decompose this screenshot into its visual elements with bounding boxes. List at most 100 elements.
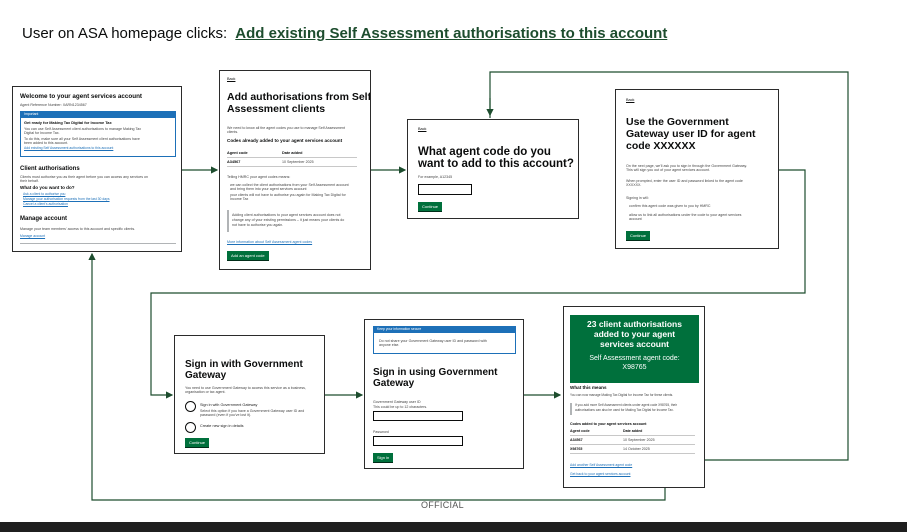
homepage-title: Welcome to your agent services account [20,93,143,100]
sign-in-button[interactable]: Sign in [373,453,394,462]
col-date-added: Date added [282,151,303,155]
radio-create-sign-in-label: Create new sign in details [200,424,244,428]
homepage-banner-heading: Get ready for Making Tax Digital for Inc… [24,120,112,125]
panel-line-3: services account [600,339,669,349]
homepage-banner-title: Important [24,111,39,116]
gg-id-p3: Signing in will: [626,196,649,200]
back-link[interactable]: Back [418,127,426,131]
table-row-code: X98765 [570,447,583,451]
radio-sign-in-gg[interactable] [185,401,196,412]
back-to-account-link[interactable]: Get back to your agent services account [570,472,631,477]
means-heading: What this means [570,385,607,390]
homepage-banner-body-4: been added to this account. [24,141,69,145]
screen-sign-in-with-gg: Sign in with Government Gateway You need… [174,335,325,454]
security-banner-title: Keep your information secure [377,326,422,331]
screen-what-agent-code: Back What agent code do you want to add … [407,119,579,219]
table-rule [227,166,357,167]
table-rule [227,157,357,158]
inset-1: Adding client authorisations to your age… [232,213,341,217]
add-auths-title-1: Add authorisations from Self [227,91,371,103]
gg-id-p2a: When prompted, enter the user ID and pas… [626,179,743,183]
continue-button[interactable]: Continue [185,438,210,447]
table-row-date: 10 September 2025 [623,438,655,442]
inset-3: not have to authorise you again. [232,223,284,227]
agent-code-hint: For example, A12345 [418,175,453,179]
gg-id-p1b: This will sign you out of your agent ser… [626,168,710,172]
agent-code-input[interactable] [418,184,472,195]
gg-id-title-1: Use the Government [626,116,729,128]
homepage-clients-body-2: their behalf. [20,179,39,183]
table-rule [570,453,695,454]
screen-sign-in-using-gg: Keep your information secure Do not shar… [364,319,524,469]
add-agent-code-button[interactable]: Add an agent code [227,251,269,260]
password-input[interactable] [373,436,463,446]
table-rule [570,444,695,445]
uid-label: Government Gateway user ID [373,400,421,404]
screen-confirmation: 23 client authorisations added to your a… [563,306,705,488]
user-id-input[interactable] [373,411,463,421]
radio-sign-in-gg-hint-b: password (even if you've lost it). [200,413,252,417]
gg-id-b1: confirm this agent code was given to you… [629,204,711,208]
continue-button[interactable]: Continue [626,231,651,240]
table-row-code: A34567 [570,438,583,442]
inset-bar [227,210,229,232]
screen-agent-homepage: Welcome to your agent services account A… [12,86,182,252]
manage-account-link[interactable]: Manage account [20,234,45,239]
sign-in-gg-title-1: Sign in with Government [185,359,303,370]
panel-sub-1: Self Assessment agent code: [589,355,680,362]
sign-in-gg-title-2: Gateway [185,370,227,381]
homepage-banner-body-2: Digital for Income Tax. [24,131,60,135]
screen-use-gg-user-id: Back Use the Government Gateway user ID … [615,89,779,249]
inset-bar [570,403,572,415]
panel-sub-2: X98765 [622,364,647,371]
table-row-date: 10 September 2025 [282,160,314,164]
table-rule [570,435,695,436]
back-link[interactable]: Back [227,77,235,81]
cancel-auth-link[interactable]: Cancel a client's authorisation [23,202,68,207]
add-another-code-link[interactable]: Add another Self Assessment agent code [570,463,632,468]
gg-id-title-2: Gateway user ID for agent [626,128,756,140]
homepage-arn: Agent Reference Number: XARN1234567 [20,103,87,107]
add-auths-title-2: Assessment clients [227,103,326,115]
table-row-code: A34567 [227,160,241,164]
more-info-link[interactable]: More information about Self Assessment a… [227,240,312,244]
gg-id-b2a: allow us to link all authorisations unde… [629,213,742,217]
sign-in-gg-p1b: organisation or tax agent. [185,390,226,394]
password-label: Password [373,430,389,434]
inset-2: change any of your existing permissions … [232,218,345,222]
homepage-todo-heading: What do you want to do? [20,185,75,190]
table-row-date: 14 October 2025 [623,447,650,451]
add-auths-intro-2: clients. [227,130,239,134]
hmrc-means: Telling HMRC your agent codes means: [227,175,291,179]
homepage-banner: Important Get ready for Making Tax Digit… [20,111,176,157]
col-agent-code: Agent code [570,429,590,433]
gg-id-b2b: account [629,217,642,221]
agent-code-title-2: want to add to this account? [418,158,574,170]
bottom-strip [0,522,907,532]
continue-button[interactable]: Continue [418,202,443,211]
add-existing-sa-auths-link[interactable]: Add existing Self Assessment authorisati… [24,146,113,151]
homepage-manage-heading: Manage account [20,216,68,222]
codes-heading: Codes already added to your agent servic… [227,138,343,143]
back-link[interactable]: Back [626,98,634,102]
radio-create-sign-in[interactable] [185,422,196,433]
col-agent-code: Agent code [227,151,248,155]
sign-in-using-title-1: Sign in using Government [373,367,498,378]
bullet-2b: Income Tax [230,197,249,201]
uid-hint: This could be up to 12 characters. [373,405,428,409]
sign-in-using-title-2: Gateway [373,378,415,389]
screen-add-authorisations: Back Add authorisations from Self Assess… [219,70,371,270]
bullet-1b: and bring them into your agent services … [230,187,307,191]
gg-id-p2b: XXXXXX. [626,183,642,187]
means-body: You can now manage Making Tax Digital fo… [570,393,674,397]
codes-added-heading: Codes added to your agent services accou… [570,422,647,426]
homepage-manage-body: Manage your team members' access to this… [20,227,136,231]
security-banner-body-b: anyone else. [379,343,400,347]
security-banner: Keep your information secure Do not shar… [373,326,516,354]
add-auths-intro-1: We need to know all the agent codes you … [227,126,346,130]
homepage-divider [20,243,176,244]
classification-label: OFFICIAL [421,500,464,510]
gg-id-title-3: code XXXXXX [626,140,696,152]
homepage-clients-heading: Client authorisations [20,166,80,172]
col-date-added: Date added [623,429,643,433]
